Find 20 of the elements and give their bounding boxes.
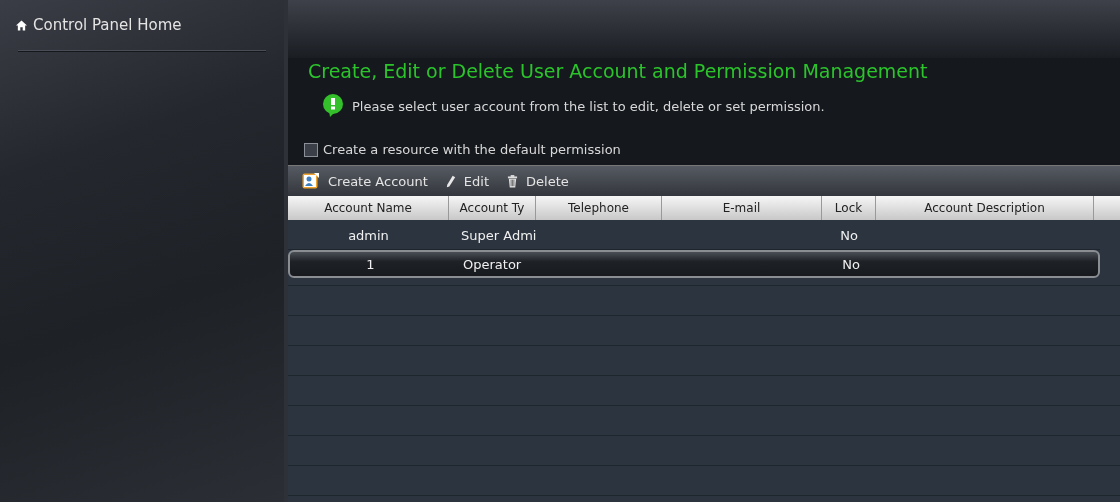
default-permission-checkbox[interactable] [304,142,318,157]
table-cell: 1 [366,256,375,272]
table-cell: Operator [463,256,522,272]
page-title: Create, Edit or Delete User Account and Permission Management [308,59,929,84]
home-link[interactable]: Control Panel Home [16,0,266,50]
checkbox-label: Create a resource with the default permission [323,142,621,157]
home-icon [16,19,27,31]
info-bubble-icon [322,94,344,118]
table-cell: No [842,256,860,272]
create-button[interactable]: Create Account [298,172,432,190]
table-cell: No [840,228,858,243]
pencil-icon [445,173,456,189]
info-message: Please select user account from the list to edit, delete or set permission. [352,98,825,114]
table-cell: admin [348,228,389,243]
table-cell: Super Admi [461,228,537,243]
user-card-icon [302,172,320,190]
trash-icon [507,174,518,188]
delete-button[interactable]: Delete [503,173,573,189]
table-row[interactable]: 1 Operator No [288,250,1100,278]
edit-button[interactable]: Edit [441,173,493,189]
